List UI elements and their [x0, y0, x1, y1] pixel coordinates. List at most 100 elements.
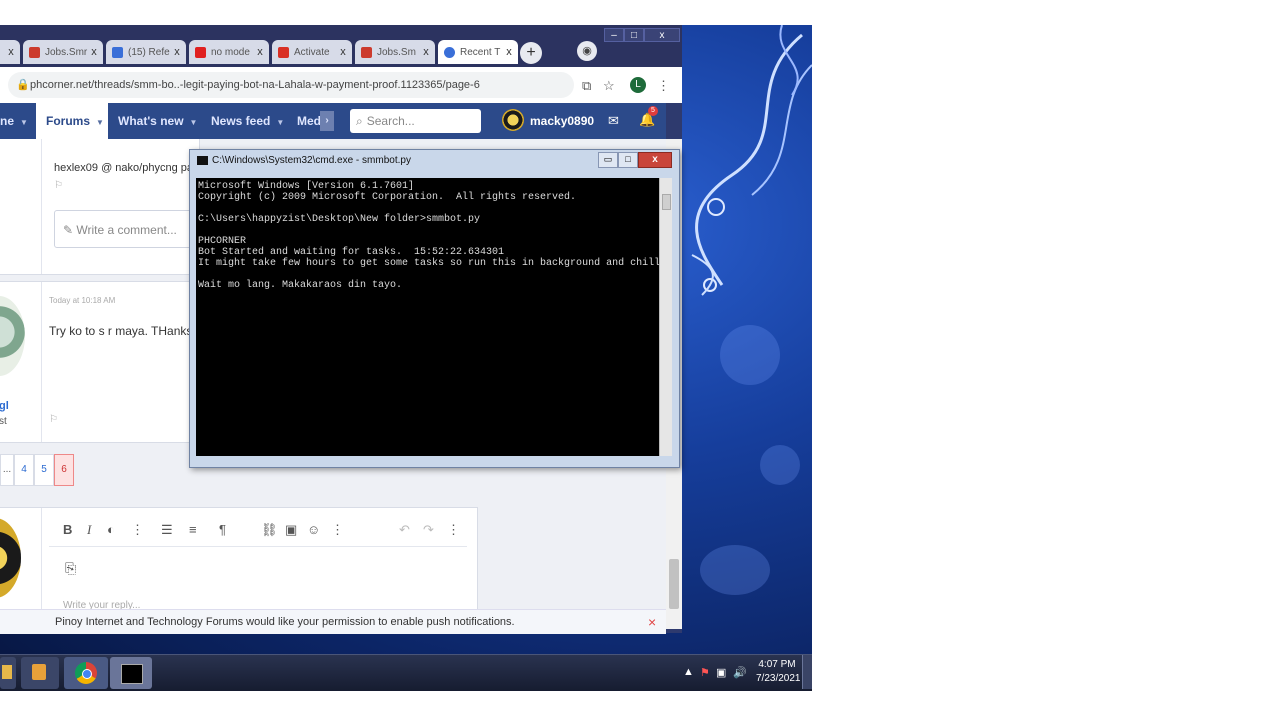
redo-icon[interactable]: ↷ [423, 522, 434, 538]
reply-field[interactable]: Write your reply... [63, 600, 140, 609]
media-taskbar-button[interactable] [21, 657, 59, 689]
close-tab-icon[interactable]: x [5, 46, 17, 58]
more-icon[interactable]: ⋮ [447, 522, 460, 538]
comment-block: hexlex09 @ nako/phycng pasa vmware ⚐ ✎ W… [0, 139, 246, 275]
media-player-icon [32, 664, 46, 680]
url-field[interactable]: 🔒phcorner.net/threads/smm-bo..-legit-pay… [8, 72, 574, 98]
image-icon[interactable]: ▣ [285, 522, 297, 538]
flag-tray-icon[interactable]: ⚑ [700, 666, 710, 679]
chevron-down-icon: ▼ [189, 118, 198, 127]
flag-icon[interactable]: ⚐ [54, 180, 63, 191]
network-icon[interactable]: ▣ [716, 666, 726, 679]
close-tab-icon[interactable]: x [503, 46, 515, 58]
more-icon[interactable]: ⋮ [131, 522, 144, 538]
editor-toolbar: B I ◐ ⋮ ☰ ≡ ¶ ⛓ ▣ ☺ ⋮ ↶ ↷ ⋮ [49, 516, 467, 547]
bookmark-star-icon[interactable]: ☆ [603, 78, 615, 94]
draft-icon[interactable]: ⎘ [65, 560, 76, 577]
scrollbar-thumb[interactable] [669, 559, 679, 609]
cmd-taskbar-button[interactable] [110, 657, 152, 689]
author-avatar[interactable] [0, 296, 25, 376]
flag-icon[interactable]: ⚐ [49, 414, 58, 425]
close-window-button[interactable]: x [644, 28, 680, 42]
close-tab-icon[interactable]: x [171, 46, 183, 58]
close-tab-icon[interactable]: x [88, 46, 100, 58]
forum-navbar: ne ▼ Forums ▼ What's new ▼ News feed ▼ Med ›… [0, 103, 666, 139]
post-block: gl st Today at 10:18 AM Try ko to s r ma… [0, 281, 200, 443]
more-icon[interactable]: ⋮ [331, 522, 344, 538]
page-link[interactable]: 5 [34, 454, 54, 486]
close-tab-icon[interactable]: x [254, 46, 266, 58]
cmd-scrollbar[interactable] [659, 178, 672, 456]
show-desktop-button[interactable] [802, 655, 812, 689]
url-text: phcorner.net/threads/smm-bo..-legit-payi… [30, 79, 480, 91]
paragraph-icon[interactable]: ¶ [219, 522, 226, 537]
nav-news-feed[interactable]: News feed ▼ [211, 103, 284, 139]
chevron-down-icon: ▼ [20, 118, 28, 127]
username-link[interactable]: macky0890 [530, 103, 594, 139]
palette-icon[interactable]: ◐ [107, 522, 115, 537]
nav-forums[interactable]: Forums ▼ [36, 103, 108, 139]
nav-media[interactable]: Med [297, 103, 321, 139]
inbox-icon[interactable]: ✉ [608, 113, 619, 129]
chevron-down-icon: ▼ [276, 118, 285, 127]
push-notification-bar: Pinoy Internet and Technology Forums wou… [0, 609, 666, 634]
page-current[interactable]: 6 [54, 454, 74, 486]
chrome-taskbar-button[interactable] [64, 657, 108, 689]
write-comment-field[interactable]: ✎ Write a comment... [54, 210, 194, 248]
divider [41, 139, 42, 274]
browser-tab[interactable]: Jobs.Smr x [23, 40, 103, 64]
browser-tab[interactable]: Jobs.Sm x [355, 40, 435, 64]
author-role: st [0, 416, 7, 427]
browser-tab[interactable]: Activate x [272, 40, 352, 64]
bold-icon[interactable]: B [63, 522, 72, 537]
site-favicon-icon [444, 46, 455, 58]
cmd-icon [197, 155, 208, 165]
nav-whats-new[interactable]: What's new ▼ [118, 103, 197, 139]
incognito-icon[interactable]: ◉ [577, 41, 597, 61]
undo-icon[interactable]: ↶ [399, 522, 410, 538]
chevron-down-icon: ▼ [96, 118, 104, 127]
author-name[interactable]: gl [0, 400, 9, 412]
list-icon[interactable]: ☰ [161, 522, 173, 538]
pagination: ... 4 5 6 [0, 454, 74, 486]
emoji-icon[interactable]: ☺ [307, 522, 320, 537]
close-tab-icon[interactable]: x [420, 46, 432, 58]
nav-home[interactable]: ne ▼ [0, 103, 34, 139]
reply-editor-block: B I ◐ ⋮ ☰ ≡ ¶ ⛓ ▣ ☺ ⋮ ↶ ↷ ⋮ ⎘ Write your… [0, 507, 478, 609]
cmd-scroll-thumb[interactable] [662, 194, 671, 210]
close-icon[interactable]: × [648, 610, 656, 634]
forum-search-input[interactable]: ⌕ Search... [350, 109, 481, 133]
italic-icon[interactable]: I [87, 522, 91, 538]
new-tab-button[interactable]: + [520, 42, 542, 64]
clock-time: 4:07 PM [758, 659, 796, 670]
browser-tab[interactable]: (15) Refe x [106, 40, 186, 64]
cmd-close-button[interactable]: x [638, 152, 672, 168]
share-icon[interactable]: ⧉ [582, 78, 591, 94]
volume-icon[interactable]: 🔊 [733, 666, 747, 679]
browser-tab-active[interactable]: Recent T x [438, 40, 518, 64]
pencil-icon: ✎ [63, 223, 77, 237]
cmd-minimize-button[interactable]: ▭ [598, 152, 618, 168]
maximize-button[interactable]: □ [624, 28, 644, 42]
push-notice-text: Pinoy Internet and Technology Forums wou… [55, 616, 515, 628]
menu-kebab-icon[interactable]: ⋮ [657, 78, 670, 94]
cmd-maximize-button[interactable]: □ [618, 152, 638, 168]
cmd-window: C:\Windows\System32\cmd.exe - smmbot.py … [189, 149, 680, 468]
browser-tab[interactable]: no mode x [189, 40, 269, 64]
cmd-output: Microsoft Windows [Version 6.1.7601] Copy… [196, 178, 659, 456]
explorer-taskbar-button[interactable] [0, 657, 16, 689]
align-icon[interactable]: ≡ [189, 522, 197, 537]
lock-icon: 🔒 [16, 79, 30, 91]
tray-expand-icon[interactable]: ▲ [683, 666, 694, 678]
link-icon[interactable]: ⛓ [261, 522, 278, 538]
page-link[interactable]: 4 [14, 454, 34, 486]
close-tab-icon[interactable]: x [337, 46, 349, 58]
profile-avatar[interactable]: L [630, 77, 646, 93]
minimize-button[interactable]: – [604, 28, 624, 42]
page-ellipsis: ... [0, 454, 14, 486]
clock-date: 7/23/2021 [756, 673, 801, 684]
browser-tab[interactable]: x [0, 40, 20, 64]
system-clock[interactable]: 4:07 PM 7/23/2021 [756, 658, 801, 686]
user-avatar[interactable] [502, 109, 524, 131]
nav-scroll-right-icon[interactable]: › [320, 111, 334, 131]
